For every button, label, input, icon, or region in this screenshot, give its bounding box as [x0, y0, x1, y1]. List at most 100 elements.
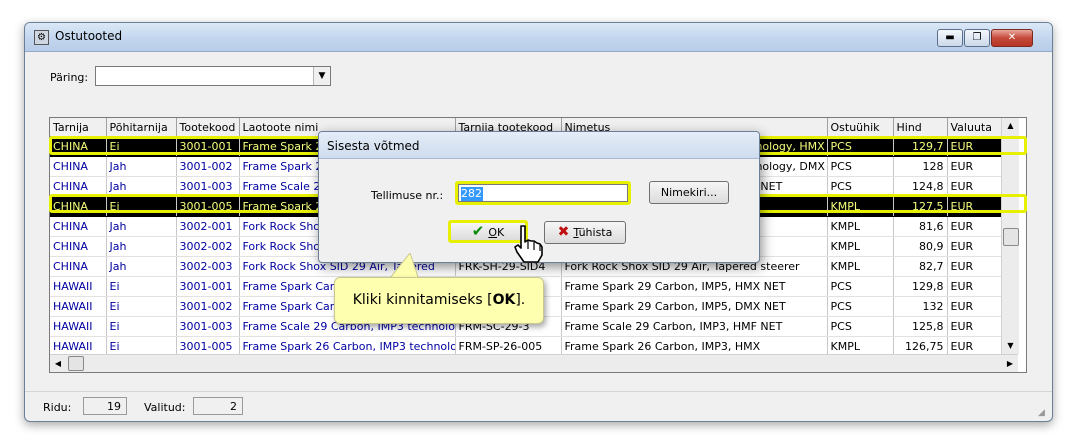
column-header[interactable]: Tootekood: [176, 118, 240, 137]
table-cell[interactable]: 127,5: [893, 196, 948, 217]
table-cell[interactable]: Frame Spark 29 Carbon, IMP5, HMX NET: [561, 276, 828, 297]
table-cell[interactable]: Ei: [106, 276, 177, 297]
close-button[interactable]: ✕: [991, 29, 1033, 47]
dialog-title-bar[interactable]: Sisesta võtmed: [319, 132, 759, 159]
table-cell[interactable]: 3002-001: [176, 216, 240, 237]
scroll-down-icon[interactable]: ▼: [1002, 338, 1019, 354]
table-cell[interactable]: EUR: [947, 236, 1002, 257]
table-cell[interactable]: 3001-005: [176, 196, 240, 217]
table-cell[interactable]: Jah: [106, 256, 177, 277]
table-cell[interactable]: CHINA: [50, 216, 107, 237]
column-header[interactable]: Valuuta: [947, 118, 1002, 137]
table-cell[interactable]: HAWAII: [50, 276, 107, 297]
table-cell[interactable]: 129,8: [893, 276, 948, 297]
table-cell[interactable]: PCS: [827, 156, 894, 177]
table-cell[interactable]: KMPL: [827, 216, 894, 237]
rows-count-value: 19: [83, 397, 127, 415]
table-cell[interactable]: Frame Scale 29 Carbon, IMP3, HMF NET: [561, 316, 828, 337]
vertical-scroll-thumb[interactable]: [1003, 228, 1019, 246]
hand-pointer-icon: [514, 225, 543, 263]
table-cell[interactable]: PCS: [827, 176, 894, 197]
status-bar: Ridu: 19 Valitud: 2 ◢: [25, 391, 1052, 421]
table-cell[interactable]: 3002-002: [176, 236, 240, 257]
table-cell[interactable]: 82,7: [893, 256, 948, 277]
table-cell[interactable]: 128: [893, 156, 948, 177]
table-cell[interactable]: CHINA: [50, 136, 107, 157]
table-cell[interactable]: CHINA: [50, 156, 107, 177]
table-cell[interactable]: PCS: [827, 316, 894, 337]
order-number-field-highlight: [455, 181, 631, 205]
table-cell[interactable]: EUR: [947, 156, 1002, 177]
table-cell[interactable]: HAWAII: [50, 296, 107, 317]
dialog-title: Sisesta võtmed: [327, 139, 420, 153]
horizontal-scroll-thumb[interactable]: [68, 356, 84, 371]
table-cell[interactable]: EUR: [947, 316, 1002, 337]
table-cell[interactable]: PCS: [827, 136, 894, 157]
table-cell[interactable]: HAWAII: [50, 316, 107, 337]
callout-prefix: Kliki kinnitamiseks [: [352, 292, 493, 308]
table-cell[interactable]: 3002-003: [176, 256, 240, 277]
table-cell[interactable]: Jah: [106, 216, 177, 237]
column-header[interactable]: Hind: [893, 118, 948, 137]
table-cell[interactable]: 124,8: [893, 176, 948, 197]
title-bar[interactable]: ⚙ Ostutooted ▬ ❐ ✕: [25, 23, 1052, 52]
table-cell[interactable]: 80,9: [893, 236, 948, 257]
maximize-button[interactable]: ❐: [964, 29, 990, 47]
column-header[interactable]: Ostuühik: [827, 118, 894, 137]
scroll-left-icon[interactable]: ◀: [50, 355, 66, 372]
cancel-rest: ühista: [578, 226, 613, 239]
window-title: Ostutooted: [55, 29, 123, 43]
table-cell[interactable]: EUR: [947, 216, 1002, 237]
column-header[interactable]: Tarnija: [50, 118, 107, 137]
horizontal-scrollbar[interactable]: ◀ ▶: [50, 354, 1018, 372]
table-cell[interactable]: 3001-002: [176, 156, 240, 177]
table-cell[interactable]: KMPL: [827, 236, 894, 257]
query-combobox[interactable]: ▼: [95, 66, 331, 86]
instruction-callout: Kliki kinnitamiseks [OK].: [334, 277, 544, 324]
table-cell[interactable]: Jah: [106, 236, 177, 257]
table-cell[interactable]: KMPL: [827, 256, 894, 277]
table-cell[interactable]: Ei: [106, 136, 177, 157]
table-cell[interactable]: 132: [893, 296, 948, 317]
ok-rest: K: [497, 226, 505, 239]
scroll-right-icon[interactable]: ▶: [1002, 355, 1018, 372]
table-cell[interactable]: PCS: [827, 296, 894, 317]
table-cell[interactable]: CHINA: [50, 236, 107, 257]
table-cell[interactable]: CHINA: [50, 196, 107, 217]
table-cell[interactable]: Ei: [106, 296, 177, 317]
column-header[interactable]: Põhitarnija: [106, 118, 177, 137]
table-cell[interactable]: CHINA: [50, 256, 107, 277]
table-cell[interactable]: 3001-001: [176, 136, 240, 157]
minimize-button[interactable]: ▬: [937, 29, 963, 47]
table-cell[interactable]: EUR: [947, 256, 1002, 277]
resize-grip-icon[interactable]: ◢: [1038, 408, 1048, 418]
table-cell[interactable]: EUR: [947, 136, 1002, 157]
table-cell[interactable]: PCS: [827, 276, 894, 297]
scroll-up-icon[interactable]: ▲: [1002, 118, 1019, 134]
table-cell[interactable]: KMPL: [827, 196, 894, 217]
table-cell[interactable]: 129,7: [893, 136, 948, 157]
query-label: Päring:: [50, 71, 89, 84]
table-cell[interactable]: Frame Spark 29 Carbon, IMP5, DMX NET: [561, 296, 828, 317]
table-cell[interactable]: Jah: [106, 156, 177, 177]
chevron-down-icon[interactable]: ▼: [313, 67, 330, 85]
table-cell[interactable]: Ei: [106, 316, 177, 337]
list-button[interactable]: Nimekiri...: [649, 181, 729, 204]
order-number-input[interactable]: [458, 184, 628, 202]
table-cell[interactable]: EUR: [947, 176, 1002, 197]
table-cell[interactable]: 3001-002: [176, 296, 240, 317]
table-cell[interactable]: EUR: [947, 276, 1002, 297]
table-cell[interactable]: Jah: [106, 176, 177, 197]
cancel-button[interactable]: ✖ Tühista: [544, 221, 626, 244]
selected-count-label: Valitud:: [144, 401, 186, 414]
table-cell[interactable]: EUR: [947, 196, 1002, 217]
table-cell[interactable]: 3001-003: [176, 176, 240, 197]
table-cell[interactable]: 3001-003: [176, 316, 240, 337]
vertical-scrollbar[interactable]: ▲ ▼: [1001, 118, 1019, 354]
table-cell[interactable]: 125,8: [893, 316, 948, 337]
table-cell[interactable]: EUR: [947, 296, 1002, 317]
table-cell[interactable]: CHINA: [50, 176, 107, 197]
table-cell[interactable]: 81,6: [893, 216, 948, 237]
table-cell[interactable]: Ei: [106, 196, 177, 217]
table-cell[interactable]: 3001-001: [176, 276, 240, 297]
